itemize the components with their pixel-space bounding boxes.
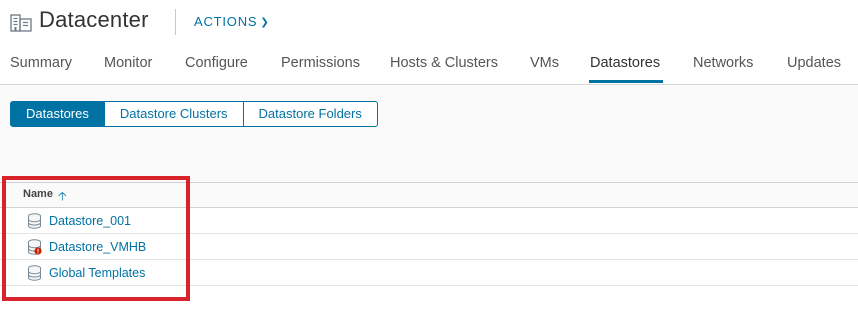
active-tab-indicator — [589, 80, 663, 83]
tab-updates[interactable]: Updates — [787, 55, 841, 71]
tab-summary[interactable]: Summary — [10, 55, 72, 71]
tab-vms[interactable]: VMs — [530, 55, 559, 71]
tab-permissions[interactable]: Permissions — [281, 55, 360, 71]
datacenter-icon — [10, 14, 32, 32]
datastore-link[interactable]: Global Templates — [49, 266, 145, 280]
actions-label: ACTIONS — [194, 14, 258, 29]
tab-configure[interactable]: Configure — [185, 55, 248, 71]
subtab-datastore-folders[interactable]: Datastore Folders — [243, 101, 378, 127]
table-row: Datastore_001 — [0, 208, 858, 234]
table-row: Global Templates — [0, 260, 858, 286]
actions-menu-button[interactable]: ACTIONS ❯ — [194, 14, 270, 29]
subtab-datastores[interactable]: Datastores — [10, 101, 105, 127]
datastore-link[interactable]: Datastore_VMHB — [49, 240, 146, 254]
main-tabs: Summary Monitor Configure Permissions Ho… — [0, 44, 858, 85]
column-header-name[interactable]: Name — [23, 188, 53, 200]
chevron-down-icon: ❯ — [260, 17, 270, 28]
datastore-icon — [28, 265, 41, 281]
tab-datastores[interactable]: Datastores — [590, 55, 660, 71]
datastores-grid: Name 🡡 Datastore_001 Datastore_VMHB Glob… — [0, 182, 858, 318]
tab-hosts-clusters[interactable]: Hosts & Clusters — [390, 55, 498, 71]
datastore-view-switcher: Datastores Datastore Clusters Datastore … — [10, 101, 378, 127]
page-header: Datacenter ACTIONS ❯ — [0, 0, 858, 42]
datastore-link[interactable]: Datastore_001 — [49, 214, 131, 228]
header-divider — [175, 9, 176, 35]
table-row: Datastore_VMHB — [0, 234, 858, 260]
sort-ascending-icon[interactable]: 🡡 — [58, 187, 67, 208]
grid-header: Name 🡡 — [0, 183, 858, 208]
subtab-datastore-clusters[interactable]: Datastore Clusters — [104, 101, 244, 127]
tab-monitor[interactable]: Monitor — [104, 55, 152, 71]
content-background — [0, 85, 858, 182]
page-title: Datacenter — [39, 7, 149, 32]
tab-networks[interactable]: Networks — [693, 55, 753, 71]
datastore-alert-icon — [28, 239, 42, 255]
datastore-icon — [28, 213, 41, 229]
